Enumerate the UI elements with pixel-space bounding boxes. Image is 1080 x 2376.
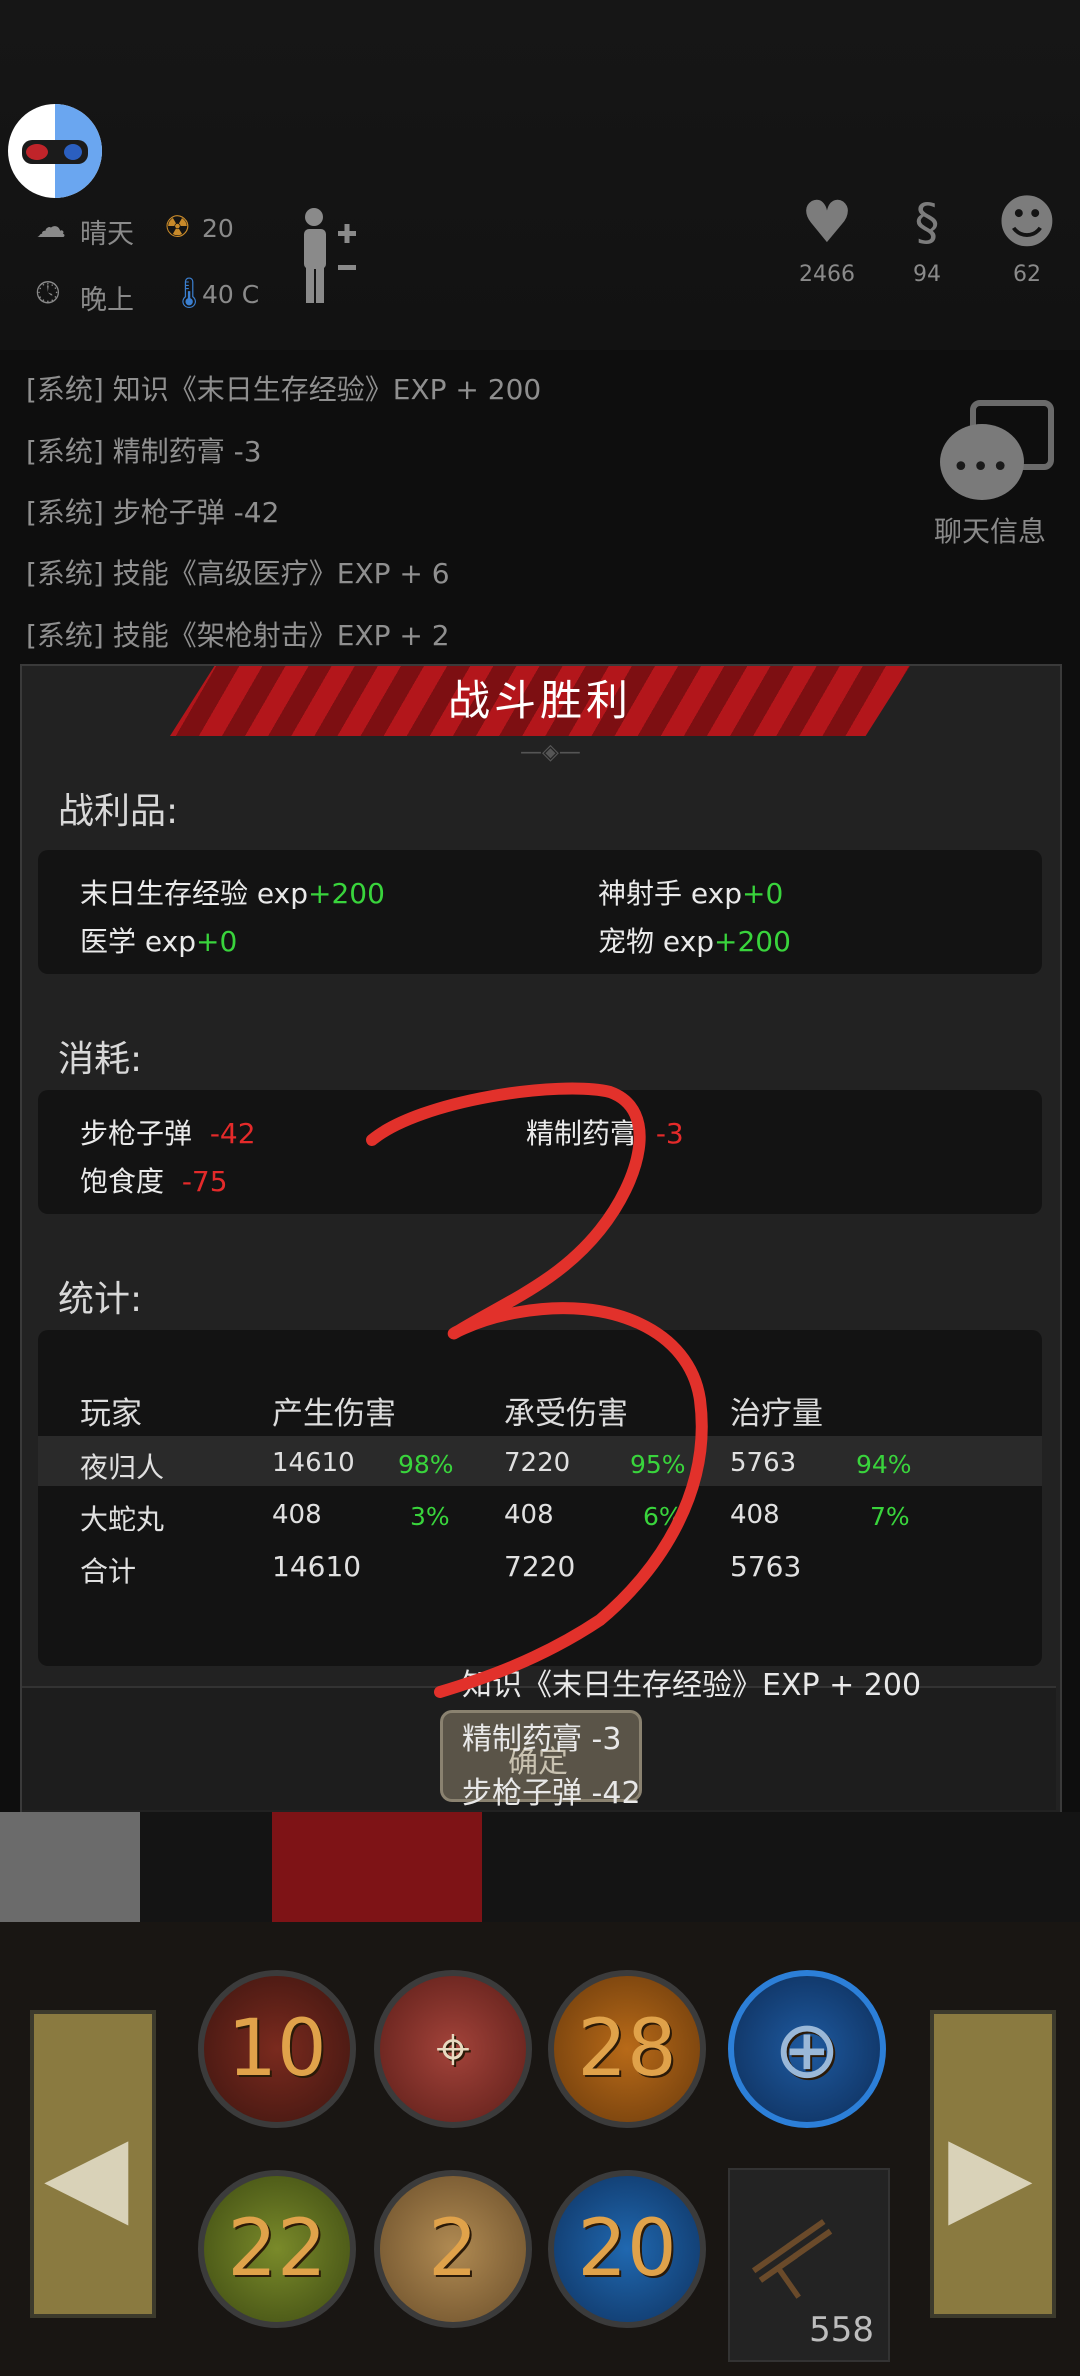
consume-title: 消耗: bbox=[58, 1039, 143, 1080]
cloud-sun-icon: ☁ bbox=[36, 210, 66, 245]
dialog-title: 战斗胜利 bbox=[447, 676, 632, 725]
stats-total-heal: 5763 bbox=[730, 1550, 802, 1583]
skill-sniper[interactable]: ⌖ bbox=[374, 1970, 532, 2128]
chat-label: 聊天信息 bbox=[934, 515, 1047, 548]
skill-blue[interactable]: 20 bbox=[548, 2170, 706, 2328]
prev-page-button[interactable]: ◀ bbox=[30, 2010, 156, 2318]
chat-button[interactable]: ••• 聊天信息 bbox=[934, 398, 1058, 548]
log-line: [系统] 精制药膏 -3 bbox=[26, 435, 262, 468]
stats-taken-pct: 6% bbox=[643, 1502, 683, 1531]
skill-cooldown: 10 bbox=[227, 2004, 327, 2094]
stats-taken-pct: 95% bbox=[630, 1450, 686, 1479]
radiation-icon: ☢ bbox=[164, 210, 191, 245]
stats-damage: 14610 bbox=[272, 1448, 355, 1478]
stats-taken: 408 bbox=[504, 1500, 554, 1530]
ammo-count: 558 bbox=[809, 2310, 874, 2350]
next-page-button[interactable]: ▶ bbox=[930, 2010, 1056, 2318]
skill-heal-green[interactable]: 22 bbox=[198, 2170, 356, 2328]
weather-label: 晴天 bbox=[80, 219, 134, 250]
clock-icon: 🕓︎ bbox=[36, 276, 60, 311]
heart-icon: ♥ bbox=[801, 188, 853, 256]
stats-heal-pct: 94% bbox=[856, 1450, 912, 1479]
skill-cooldown: 2 bbox=[428, 2204, 478, 2294]
skill-orange[interactable]: 28 bbox=[548, 1970, 706, 2128]
skill-heal-tan[interactable]: 2 bbox=[374, 2170, 532, 2328]
chevron-left-icon: ◀ bbox=[44, 2110, 129, 2238]
health-value: 2466 bbox=[799, 262, 855, 287]
top-status-bar bbox=[0, 0, 1080, 350]
stats-damage-pct: 3% bbox=[410, 1502, 450, 1531]
stats-player: 大蛇丸 bbox=[80, 1503, 165, 1536]
stats-header-damage: 产生伤害 bbox=[272, 1396, 396, 1432]
log-line: [系统] 技能《高级医疗》EXP + 6 bbox=[26, 557, 450, 590]
temperature-value: 40 C bbox=[202, 280, 260, 309]
stats-panel bbox=[38, 1330, 1042, 1666]
consume-item: 饱食度 -75 bbox=[80, 1165, 228, 1198]
time-of-day-label: 晚上 bbox=[80, 285, 134, 316]
floating-log-line: 精制药膏 -3 bbox=[462, 1722, 622, 1757]
sniper-icon: ⌖ bbox=[436, 2014, 470, 2084]
log-line: [系统] 技能《架枪射击》EXP + 2 bbox=[26, 619, 450, 652]
loot-item: 末日生存经验 exp+200 bbox=[80, 877, 385, 910]
stats-player: 夜归人 bbox=[80, 1451, 165, 1484]
health-stat: ♥ 2466 bbox=[782, 190, 872, 287]
skill-cooldown: 22 bbox=[227, 2204, 327, 2294]
log-line: [系统] 知识《末日生存经验》EXP + 200 bbox=[26, 373, 542, 406]
loot-title: 战利品: bbox=[58, 791, 179, 832]
stats-total-damage: 14610 bbox=[272, 1550, 362, 1583]
radiation-value: 20 bbox=[202, 214, 234, 243]
loot-item: 神射手 exp+0 bbox=[598, 877, 784, 910]
stats-heal: 408 bbox=[730, 1500, 780, 1530]
consume-item: 精制药膏 -3 bbox=[526, 1117, 684, 1150]
log-line: [系统] 步枪子弹 -42 bbox=[26, 496, 280, 529]
loot-item: 医学 exp+0 bbox=[80, 925, 238, 958]
mind-value: 62 bbox=[1013, 262, 1041, 287]
chat-bubble-icon: ••• bbox=[952, 450, 1012, 485]
character-body-icon[interactable] bbox=[296, 205, 360, 305]
stats-header-taken: 承受伤害 bbox=[504, 1396, 628, 1432]
head-icon: ☻ bbox=[996, 188, 1058, 256]
skill-aimed-shot[interactable]: 10 bbox=[198, 1970, 356, 2128]
loot-item: 宠物 exp+200 bbox=[598, 925, 791, 958]
stats-title: 统计: bbox=[58, 1279, 143, 1320]
floating-log-line: 步枪子弹 -42 bbox=[462, 1776, 641, 1811]
stats-total-taken: 7220 bbox=[504, 1550, 576, 1583]
stats-damage: 408 bbox=[272, 1500, 322, 1530]
weapon-slot[interactable]: ╤═ 558 bbox=[728, 2168, 890, 2362]
player-avatar[interactable] bbox=[8, 104, 102, 198]
mind-stat: ☻ 62 bbox=[982, 190, 1072, 287]
stats-header-player: 玩家 bbox=[80, 1396, 142, 1432]
consume-item: 步枪子弹 -42 bbox=[80, 1117, 256, 1150]
stats-total-label: 合计 bbox=[80, 1555, 137, 1588]
rifle-icon: ╤═ bbox=[734, 2193, 851, 2309]
divider-ornament: —◈— bbox=[520, 740, 581, 765]
hunger-stat: § 94 bbox=[882, 190, 972, 287]
stats-header-heal: 治疗量 bbox=[730, 1396, 823, 1432]
crosshair-icon: ⊕ bbox=[773, 2002, 841, 2096]
floating-log-line: 知识《末日生存经验》EXP + 200 bbox=[462, 1668, 922, 1703]
stats-heal: 5763 bbox=[730, 1448, 797, 1478]
action-hud bbox=[0, 1922, 1080, 2376]
skill-cooldown: 28 bbox=[577, 2004, 677, 2094]
battle-scene-strip bbox=[0, 1812, 1080, 1922]
stats-heal-pct: 7% bbox=[870, 1502, 910, 1531]
stats-taken: 7220 bbox=[504, 1448, 571, 1478]
stats-damage-pct: 98% bbox=[398, 1450, 454, 1479]
stomach-icon: § bbox=[914, 193, 940, 251]
chevron-right-icon: ▶ bbox=[948, 2110, 1033, 2238]
skill-target[interactable]: ⊕ bbox=[728, 1970, 886, 2128]
skill-cooldown: 20 bbox=[577, 2204, 677, 2294]
hunger-value: 94 bbox=[913, 262, 941, 287]
